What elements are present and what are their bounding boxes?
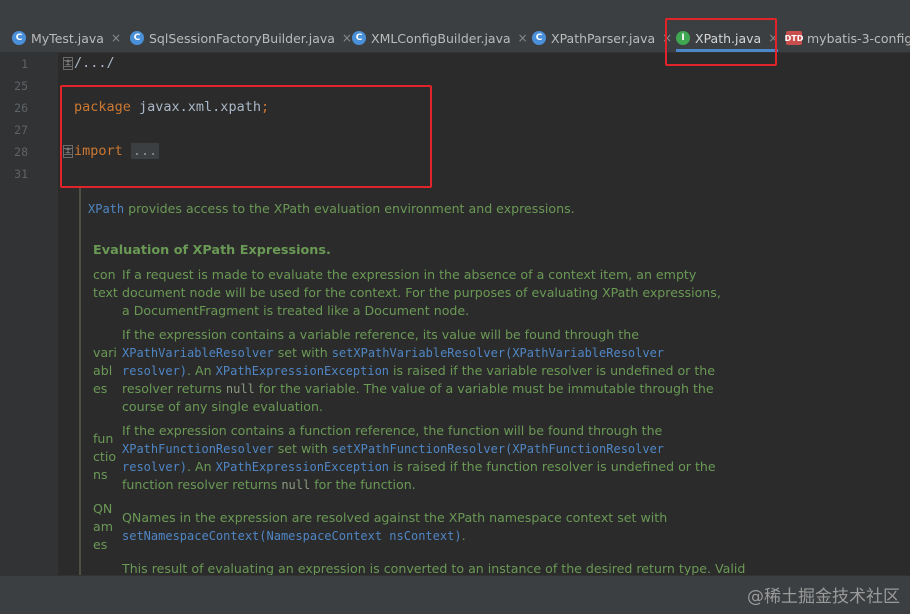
doc-text: set with [273,345,332,360]
doc-link[interactable]: XPathVariableResolver [122,346,274,360]
doc-definition: QNames in the expression are resolved ag… [122,509,732,545]
java-class-icon: C [12,31,26,45]
close-icon[interactable]: × [518,31,528,45]
java-class-icon: C [130,31,144,45]
java-class-icon: C [352,31,366,45]
doc-text: QNames in the expression are resolved ag… [122,510,668,525]
tab-label: XMLConfigBuilder.java [371,30,511,46]
doc-heading: Evaluation of XPath Expressions. [93,243,331,258]
folded-header-comment[interactable]: /.../ [74,55,115,71]
tab-xpathparser[interactable]: C XPathParser.java × [532,25,672,51]
line-number: 26 [14,101,28,115]
highlight-box-code [60,85,432,188]
doc-link[interactable]: XPathExpressionException [216,364,389,378]
line-number: 25 [14,79,28,93]
doc-term: functions [93,431,117,482]
close-icon[interactable]: × [111,31,121,45]
doc-link[interactable]: XPathExpressionException [216,460,389,474]
tab-sqlsessionfactorybuilder[interactable]: C SqlSessionFactoryBuilder.java × [130,25,352,51]
tab-xmlconfigbuilder[interactable]: C XMLConfigBuilder.java × [352,25,528,51]
doc-intro: XPath provides access to the XPath evalu… [88,200,575,218]
doc-definition: If a request is made to evaluate the exp… [122,267,721,318]
tab-mytest[interactable]: C MyTest.java × [12,25,121,51]
doc-definition: If the expression contains a variable re… [122,326,732,416]
fold-toggle-icon[interactable]: + [63,57,73,67]
highlight-box-tab [665,18,777,66]
doc-link[interactable]: XPath [88,202,124,216]
line-number: 1 [21,57,28,71]
dtd-file-icon: DTD [785,31,803,45]
doc-text: for the function. [310,477,416,492]
doc-code: null [225,382,255,396]
doc-text: provides access to the XPath evaluation … [124,201,575,216]
line-number: 28 [14,145,28,159]
tab-label: SqlSessionFactoryBuilder.java [149,30,335,46]
doc-text: set with [273,441,332,456]
doc-link[interactable]: setNamespaceContext(NamespaceContext nsC… [122,529,462,543]
tab-label: mybatis-3-config.d [807,30,910,46]
doc-term: context [93,267,118,300]
doc-definition: If the expression contains a function re… [122,422,732,494]
code-line-1[interactable]: /.../ [74,55,115,71]
line-number-gutter: 1 25 26 27 28 31 + + [0,52,73,575]
tab-mybatis-config[interactable]: DTD mybatis-3-config.d [785,25,910,51]
line-number: 31 [14,167,28,181]
tab-label: XPathParser.java [551,30,656,46]
doc-term: variables [93,345,117,396]
java-class-icon: C [532,31,546,45]
tab-label: MyTest.java [31,30,104,46]
doc-text: . An [187,459,216,474]
doc-text: . [461,528,466,543]
line-number: 27 [14,123,28,137]
watermark: @稀土掘金技术社区 [747,587,900,607]
doc-link[interactable]: XPathFunctionResolver [122,442,274,456]
close-icon[interactable]: × [342,31,352,45]
doc-text: . An [187,363,216,378]
doc-term: QNames [93,501,113,552]
doc-comment-bar [79,188,81,578]
doc-code: null [281,478,311,492]
doc-text: If the expression contains a variable re… [122,327,639,342]
doc-text: If the expression contains a function re… [122,423,663,438]
